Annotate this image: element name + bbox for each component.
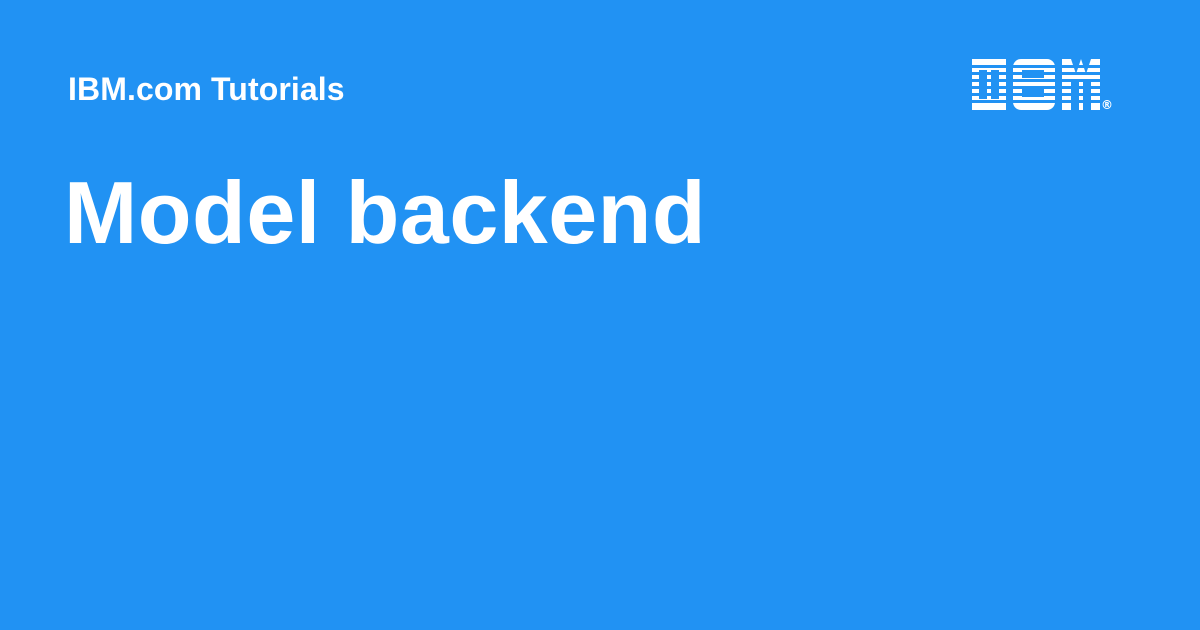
ibm-logo-icon: ® (970, 59, 1120, 114)
page-title: Model backend (64, 163, 707, 262)
share-card: IBM.com Tutorials ® Model backend (0, 0, 1200, 630)
site-label: IBM.com Tutorials (68, 71, 345, 107)
registered-mark: ® (1101, 98, 1113, 112)
